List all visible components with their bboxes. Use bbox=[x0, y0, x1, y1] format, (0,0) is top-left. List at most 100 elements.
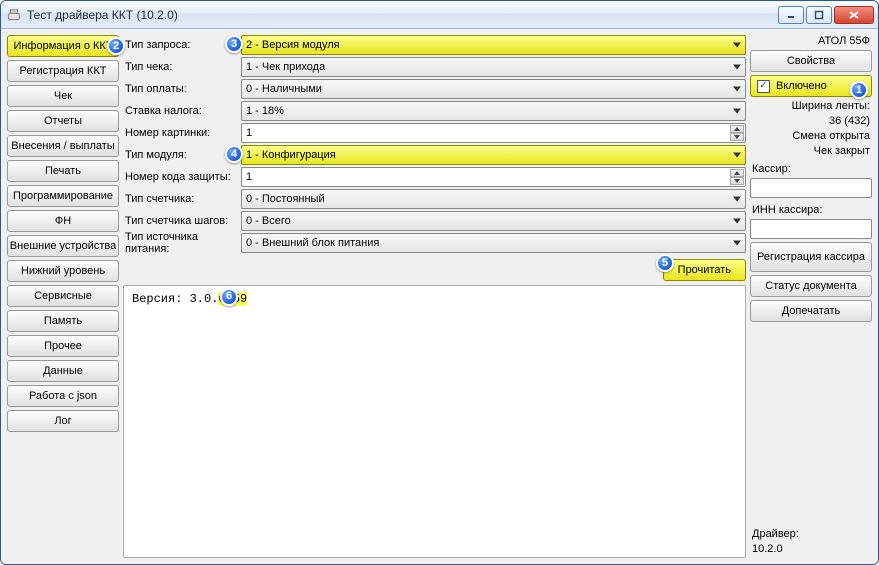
row-payment-type: Тип оплаты: 0 - Наличными bbox=[123, 79, 746, 99]
chevron-down-icon bbox=[733, 219, 741, 224]
combo-module-type[interactable]: 1 - Конфигурация bbox=[241, 145, 746, 165]
minimize-button[interactable] bbox=[778, 6, 804, 24]
app-icon bbox=[7, 8, 21, 22]
properties-button[interactable]: Свойства bbox=[750, 50, 872, 72]
combo-request-type-value: 2 - Версия модуля bbox=[246, 39, 340, 51]
combo-counter-type[interactable]: 0 - Постоянный bbox=[241, 189, 746, 209]
label-tax-rate: Ставка налога: bbox=[123, 105, 237, 117]
nav-memory[interactable]: Память bbox=[7, 310, 119, 332]
chevron-down-icon bbox=[733, 65, 741, 70]
nav-other[interactable]: Прочее bbox=[7, 335, 119, 357]
close-button[interactable] bbox=[834, 6, 874, 24]
row-power-source: Тип источника питания: 0 - Внешний блок … bbox=[123, 233, 746, 253]
spin-picture-no[interactable]: 1 bbox=[241, 123, 746, 143]
spin-down-icon[interactable] bbox=[730, 133, 744, 141]
combo-tax-rate[interactable]: 1 - 18% bbox=[241, 101, 746, 121]
output-prefix: Версия: 3.0. bbox=[132, 292, 218, 306]
shift-state: Смена открыта bbox=[750, 130, 872, 142]
center-panel: Тип запроса: 2 - Версия модуля Тип чека:… bbox=[123, 35, 746, 558]
label-payment-type: Тип оплаты: bbox=[123, 83, 237, 95]
nav-low-level[interactable]: Нижний уровень bbox=[7, 260, 119, 282]
label-counter-type: Тип счетчика: bbox=[123, 193, 237, 205]
nav-registration-kkt[interactable]: Регистрация ККТ bbox=[7, 60, 119, 82]
chevron-down-icon bbox=[733, 197, 741, 202]
maximize-button[interactable] bbox=[806, 6, 832, 24]
nav-info-kkt[interactable]: Информация о ККТ bbox=[7, 35, 119, 57]
output-pane[interactable]: Версия: 3.0.6059 6 bbox=[123, 285, 746, 558]
spin-protection-code-value: 1 bbox=[246, 171, 252, 183]
register-cashier-button[interactable]: Регистрация кассира bbox=[750, 242, 872, 272]
combo-receipt-type[interactable]: 1 - Чек прихода bbox=[241, 57, 746, 77]
label-module-type: Тип модуля: bbox=[123, 149, 237, 161]
content-area: Информация о ККТ Регистрация ККТ Чек Отч… bbox=[1, 29, 878, 564]
combo-receipt-type-value: 1 - Чек прихода bbox=[246, 61, 325, 73]
window-buttons bbox=[778, 6, 874, 24]
chevron-down-icon bbox=[733, 109, 741, 114]
right-sidebar: АТОЛ 55Ф Свойства ✓ Включено Ширина лент… bbox=[750, 35, 872, 558]
chevron-down-icon bbox=[733, 153, 741, 158]
combo-payment-type[interactable]: 0 - Наличными bbox=[241, 79, 746, 99]
check-icon: ✓ bbox=[757, 80, 770, 93]
combo-power-source-value: 0 - Внешний блок питания bbox=[246, 237, 379, 249]
combo-step-counter[interactable]: 0 - Всего bbox=[241, 211, 746, 231]
combo-counter-type-value: 0 - Постоянный bbox=[246, 193, 325, 205]
tape-width-value: 36 (432) bbox=[750, 115, 872, 127]
row-protection-code: Номер кода защиты: 1 bbox=[123, 167, 746, 187]
combo-tax-rate-value: 1 - 18% bbox=[246, 105, 284, 117]
row-module-type: Тип модуля: 1 - Конфигурация bbox=[123, 145, 746, 165]
nav-fn[interactable]: ФН bbox=[7, 210, 119, 232]
spin-up-icon[interactable] bbox=[730, 169, 744, 177]
spin-picture-no-value: 1 bbox=[246, 127, 252, 139]
tape-width-label: Ширина ленты: bbox=[750, 100, 872, 112]
reprint-button[interactable]: Допечатать bbox=[750, 300, 872, 322]
chevron-down-icon bbox=[733, 241, 741, 246]
label-picture-no: Номер картинки: bbox=[123, 127, 237, 139]
label-request-type: Тип запроса: bbox=[123, 39, 237, 51]
label-step-counter: Тип счетчика шагов: bbox=[123, 215, 237, 227]
enabled-checkbox-row[interactable]: ✓ Включено bbox=[750, 75, 872, 97]
cashier-inn-input[interactable] bbox=[750, 219, 872, 239]
combo-payment-type-value: 0 - Наличными bbox=[246, 83, 322, 95]
label-receipt-type: Тип чека: bbox=[123, 61, 237, 73]
nav-sidebar: Информация о ККТ Регистрация ККТ Чек Отч… bbox=[7, 35, 119, 558]
row-tax-rate: Ставка налога: 1 - 18% bbox=[123, 101, 746, 121]
row-request-type: Тип запроса: 2 - Версия модуля bbox=[123, 35, 746, 55]
driver-version: 10.2.0 bbox=[752, 542, 870, 556]
chevron-down-icon bbox=[733, 43, 741, 48]
driver-label: Драйвер: bbox=[752, 527, 870, 541]
nav-programming[interactable]: Программирование bbox=[7, 185, 119, 207]
cashier-inn-label: ИНН кассира: bbox=[750, 201, 872, 216]
combo-request-type[interactable]: 2 - Версия модуля bbox=[241, 35, 746, 55]
row-counter-type: Тип счетчика: 0 - Постоянный bbox=[123, 189, 746, 209]
app-window: Тест драйвера ККТ (10.2.0) Информация о … bbox=[0, 0, 879, 565]
titlebar: Тест драйвера ККТ (10.2.0) bbox=[1, 1, 878, 29]
spin-protection-code[interactable]: 1 bbox=[241, 167, 746, 187]
action-row: Прочитать bbox=[123, 255, 746, 283]
nav-reports[interactable]: Отчеты bbox=[7, 110, 119, 132]
row-picture-no: Номер картинки: 1 bbox=[123, 123, 746, 143]
device-model: АТОЛ 55Ф bbox=[750, 35, 872, 47]
combo-power-source[interactable]: 0 - Внешний блок питания bbox=[241, 233, 746, 253]
spin-up-icon[interactable] bbox=[730, 125, 744, 133]
spin-down-icon[interactable] bbox=[730, 177, 744, 185]
enabled-label: Включено bbox=[776, 80, 827, 92]
nav-log[interactable]: Лог bbox=[7, 410, 119, 432]
row-receipt-type: Тип чека: 1 - Чек прихода bbox=[123, 57, 746, 77]
driver-info: Драйвер: 10.2.0 bbox=[750, 525, 872, 558]
label-protection-code: Номер кода защиты: bbox=[123, 171, 237, 183]
nav-data[interactable]: Данные bbox=[7, 360, 119, 382]
read-button[interactable]: Прочитать bbox=[663, 259, 746, 281]
nav-json[interactable]: Работа с json bbox=[7, 385, 119, 407]
row-step-counter: Тип счетчика шагов: 0 - Всего bbox=[123, 211, 746, 231]
cashier-input[interactable] bbox=[750, 178, 872, 198]
window-title: Тест драйвера ККТ (10.2.0) bbox=[27, 8, 772, 22]
doc-status-button[interactable]: Статус документа bbox=[750, 275, 872, 297]
nav-receipt[interactable]: Чек bbox=[7, 85, 119, 107]
nav-deposits-withdrawals[interactable]: Внесения / выплаты bbox=[7, 135, 119, 157]
nav-print[interactable]: Печать bbox=[7, 160, 119, 182]
label-power-source: Тип источника питания: bbox=[123, 231, 237, 255]
combo-module-type-value: 1 - Конфигурация bbox=[246, 149, 336, 161]
cashier-label: Кассир: bbox=[750, 160, 872, 175]
nav-service[interactable]: Сервисные bbox=[7, 285, 119, 307]
nav-external-devices[interactable]: Внешние устройства bbox=[7, 235, 119, 257]
